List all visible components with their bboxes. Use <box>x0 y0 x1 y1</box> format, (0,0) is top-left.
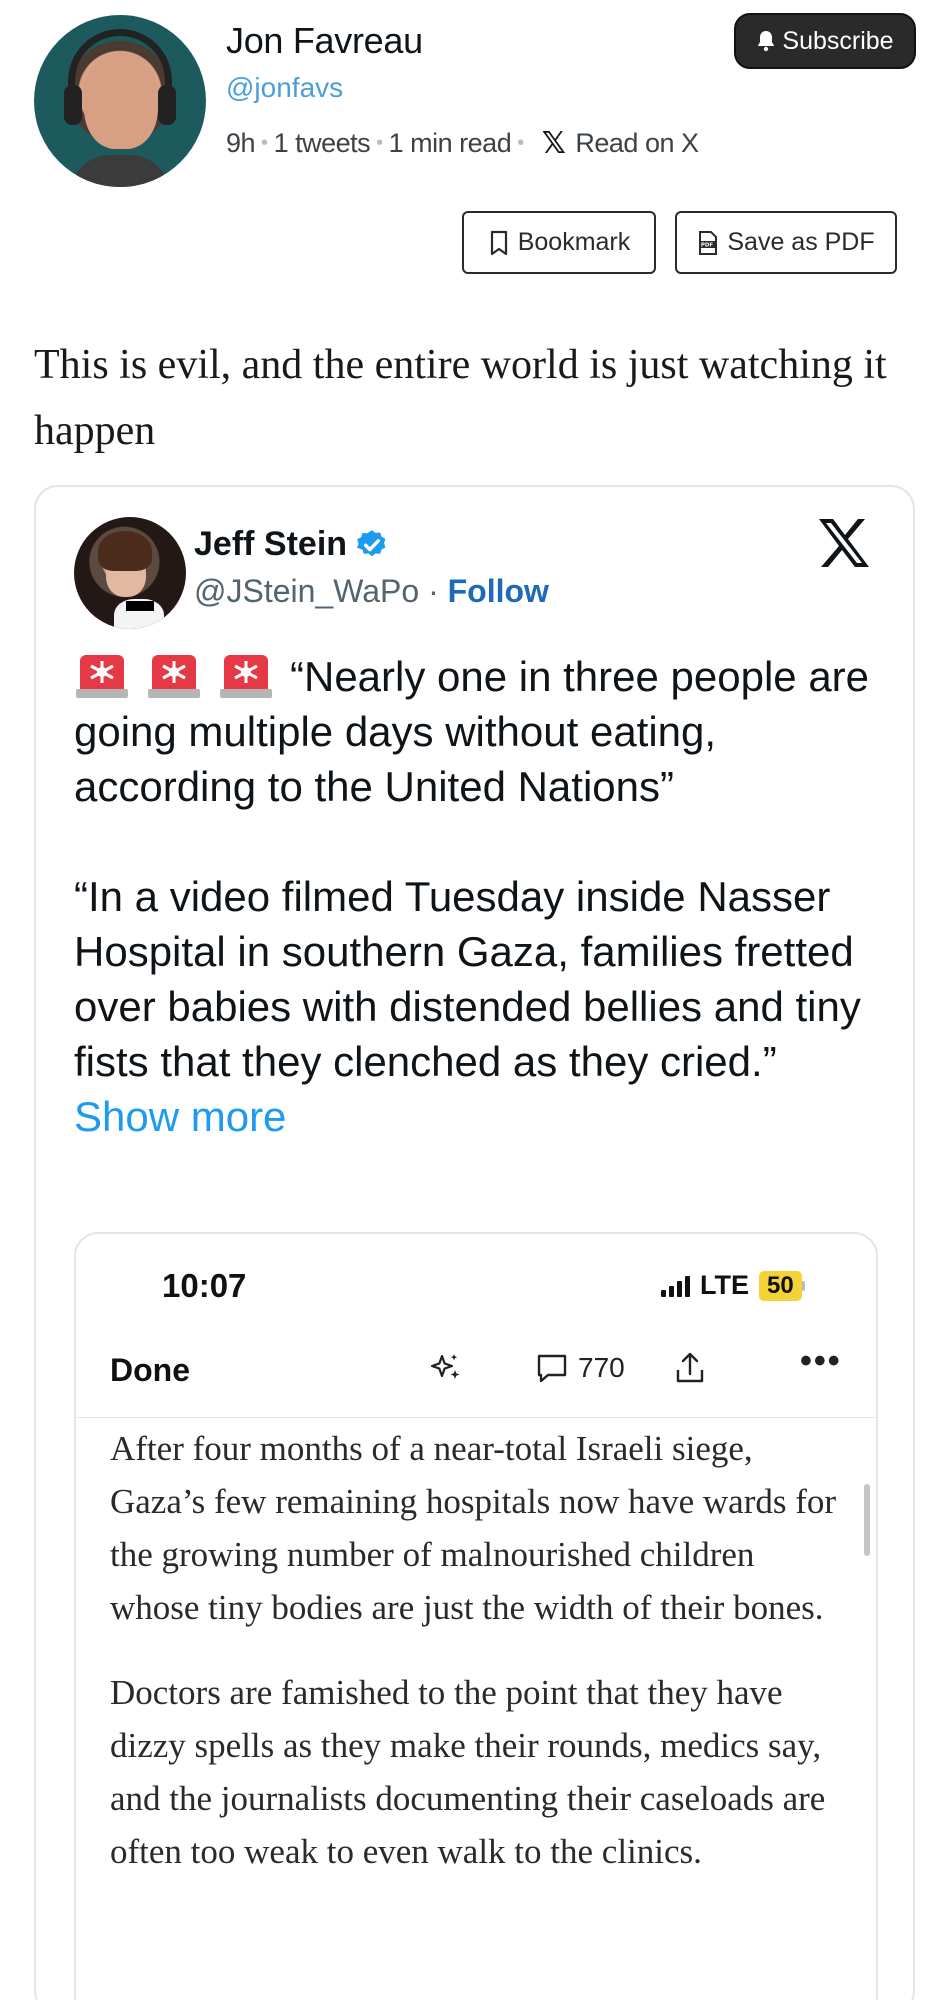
rotating-light-icon <box>218 647 274 699</box>
save-pdf-label: Save as PDF <box>727 228 875 256</box>
scrollbar[interactable] <box>864 1484 870 1556</box>
meta-dot: • <box>261 132 268 154</box>
subscribe-label: Subscribe <box>782 26 894 55</box>
post-age: 9h <box>226 128 256 158</box>
thread-header: Jon Favreau @jonfavs 9h • 1 tweets • 1 m… <box>0 0 948 290</box>
tweet-text: This is evil, and the entire world is ju… <box>34 342 887 454</box>
embedded-author-avatar[interactable] <box>74 517 186 629</box>
bookmark-button[interactable]: Bookmark <box>462 211 656 274</box>
bell-icon <box>756 30 776 52</box>
divider <box>76 1417 876 1418</box>
embedded-author-name-text: Jeff Stein <box>194 525 348 563</box>
save-pdf-button[interactable]: PDF Save as PDF <box>675 211 897 274</box>
svg-text:PDF: PDF <box>701 242 714 248</box>
sparkle-icon[interactable] <box>428 1350 464 1386</box>
article-paragraph-2: Doctors are famished to the point that t… <box>110 1673 826 1871</box>
attached-screenshot[interactable]: 10:07 LTE 50 Done 770 ••• After four mon… <box>74 1232 878 2000</box>
x-logo-icon[interactable] <box>816 517 872 569</box>
read-time: 1 min read <box>388 128 512 158</box>
embedded-author-name[interactable]: Jeff Stein <box>194 525 389 564</box>
handle-separator: · <box>428 573 439 609</box>
bookmark-icon <box>490 230 507 255</box>
rotating-light-icon <box>146 647 202 699</box>
article-paragraph-1: After four months of a near-total Israel… <box>110 1429 837 1627</box>
signal-icon <box>661 1275 690 1297</box>
bookmark-label: Bookmark <box>517 228 631 256</box>
comment-count: 770 <box>578 1352 625 1383</box>
subscribe-button[interactable]: Subscribe <box>734 13 916 69</box>
battery-level: 50 <box>759 1270 802 1301</box>
verified-badge-icon <box>357 529 386 556</box>
status-time: 10:07 <box>162 1267 247 1304</box>
article-text: After four months of a near-total Israel… <box>110 1422 850 1910</box>
tweet-count: 1 tweets <box>273 128 371 158</box>
embedded-handle-text[interactable]: @JStein_WaPo <box>194 573 419 609</box>
x-logo-icon[interactable]: 𝕏 <box>542 126 566 161</box>
status-indicators: LTE 50 <box>661 1270 805 1301</box>
embedded-tweet-card[interactable]: Jeff Stein @JStein_WaPo · Follow “Nearly… <box>34 485 915 2000</box>
battery-icon <box>801 1280 805 1291</box>
comment-icon <box>537 1354 567 1383</box>
follow-button[interactable]: Follow <box>448 573 549 609</box>
rotating-light-icon <box>74 647 130 699</box>
done-button[interactable]: Done <box>110 1352 190 1389</box>
embedded-author-handle: @JStein_WaPo · Follow <box>194 573 549 610</box>
author-avatar[interactable] <box>34 15 206 187</box>
embedded-para-2: “In a video filmed Tuesday inside Nasser… <box>74 873 861 1085</box>
share-icon[interactable] <box>672 1350 708 1386</box>
more-options-icon[interactable]: ••• <box>800 1342 842 1381</box>
show-more-link[interactable]: Show more <box>74 1093 286 1140</box>
meta-dot: • <box>517 132 524 154</box>
embedded-tweet-text: “Nearly one in three people are going mu… <box>74 647 884 1144</box>
meta-dot: • <box>376 132 383 154</box>
thread-meta: 9h • 1 tweets • 1 min read • 𝕏 Read on X <box>226 126 699 161</box>
network-label: LTE <box>700 1270 749 1300</box>
author-name[interactable]: Jon Favreau <box>226 20 423 62</box>
read-on-x-link[interactable]: Read on X <box>575 128 699 159</box>
pdf-icon: PDF <box>699 230 718 255</box>
comment-button[interactable]: 770 <box>534 1350 625 1386</box>
author-handle[interactable]: @jonfavs <box>226 72 343 104</box>
